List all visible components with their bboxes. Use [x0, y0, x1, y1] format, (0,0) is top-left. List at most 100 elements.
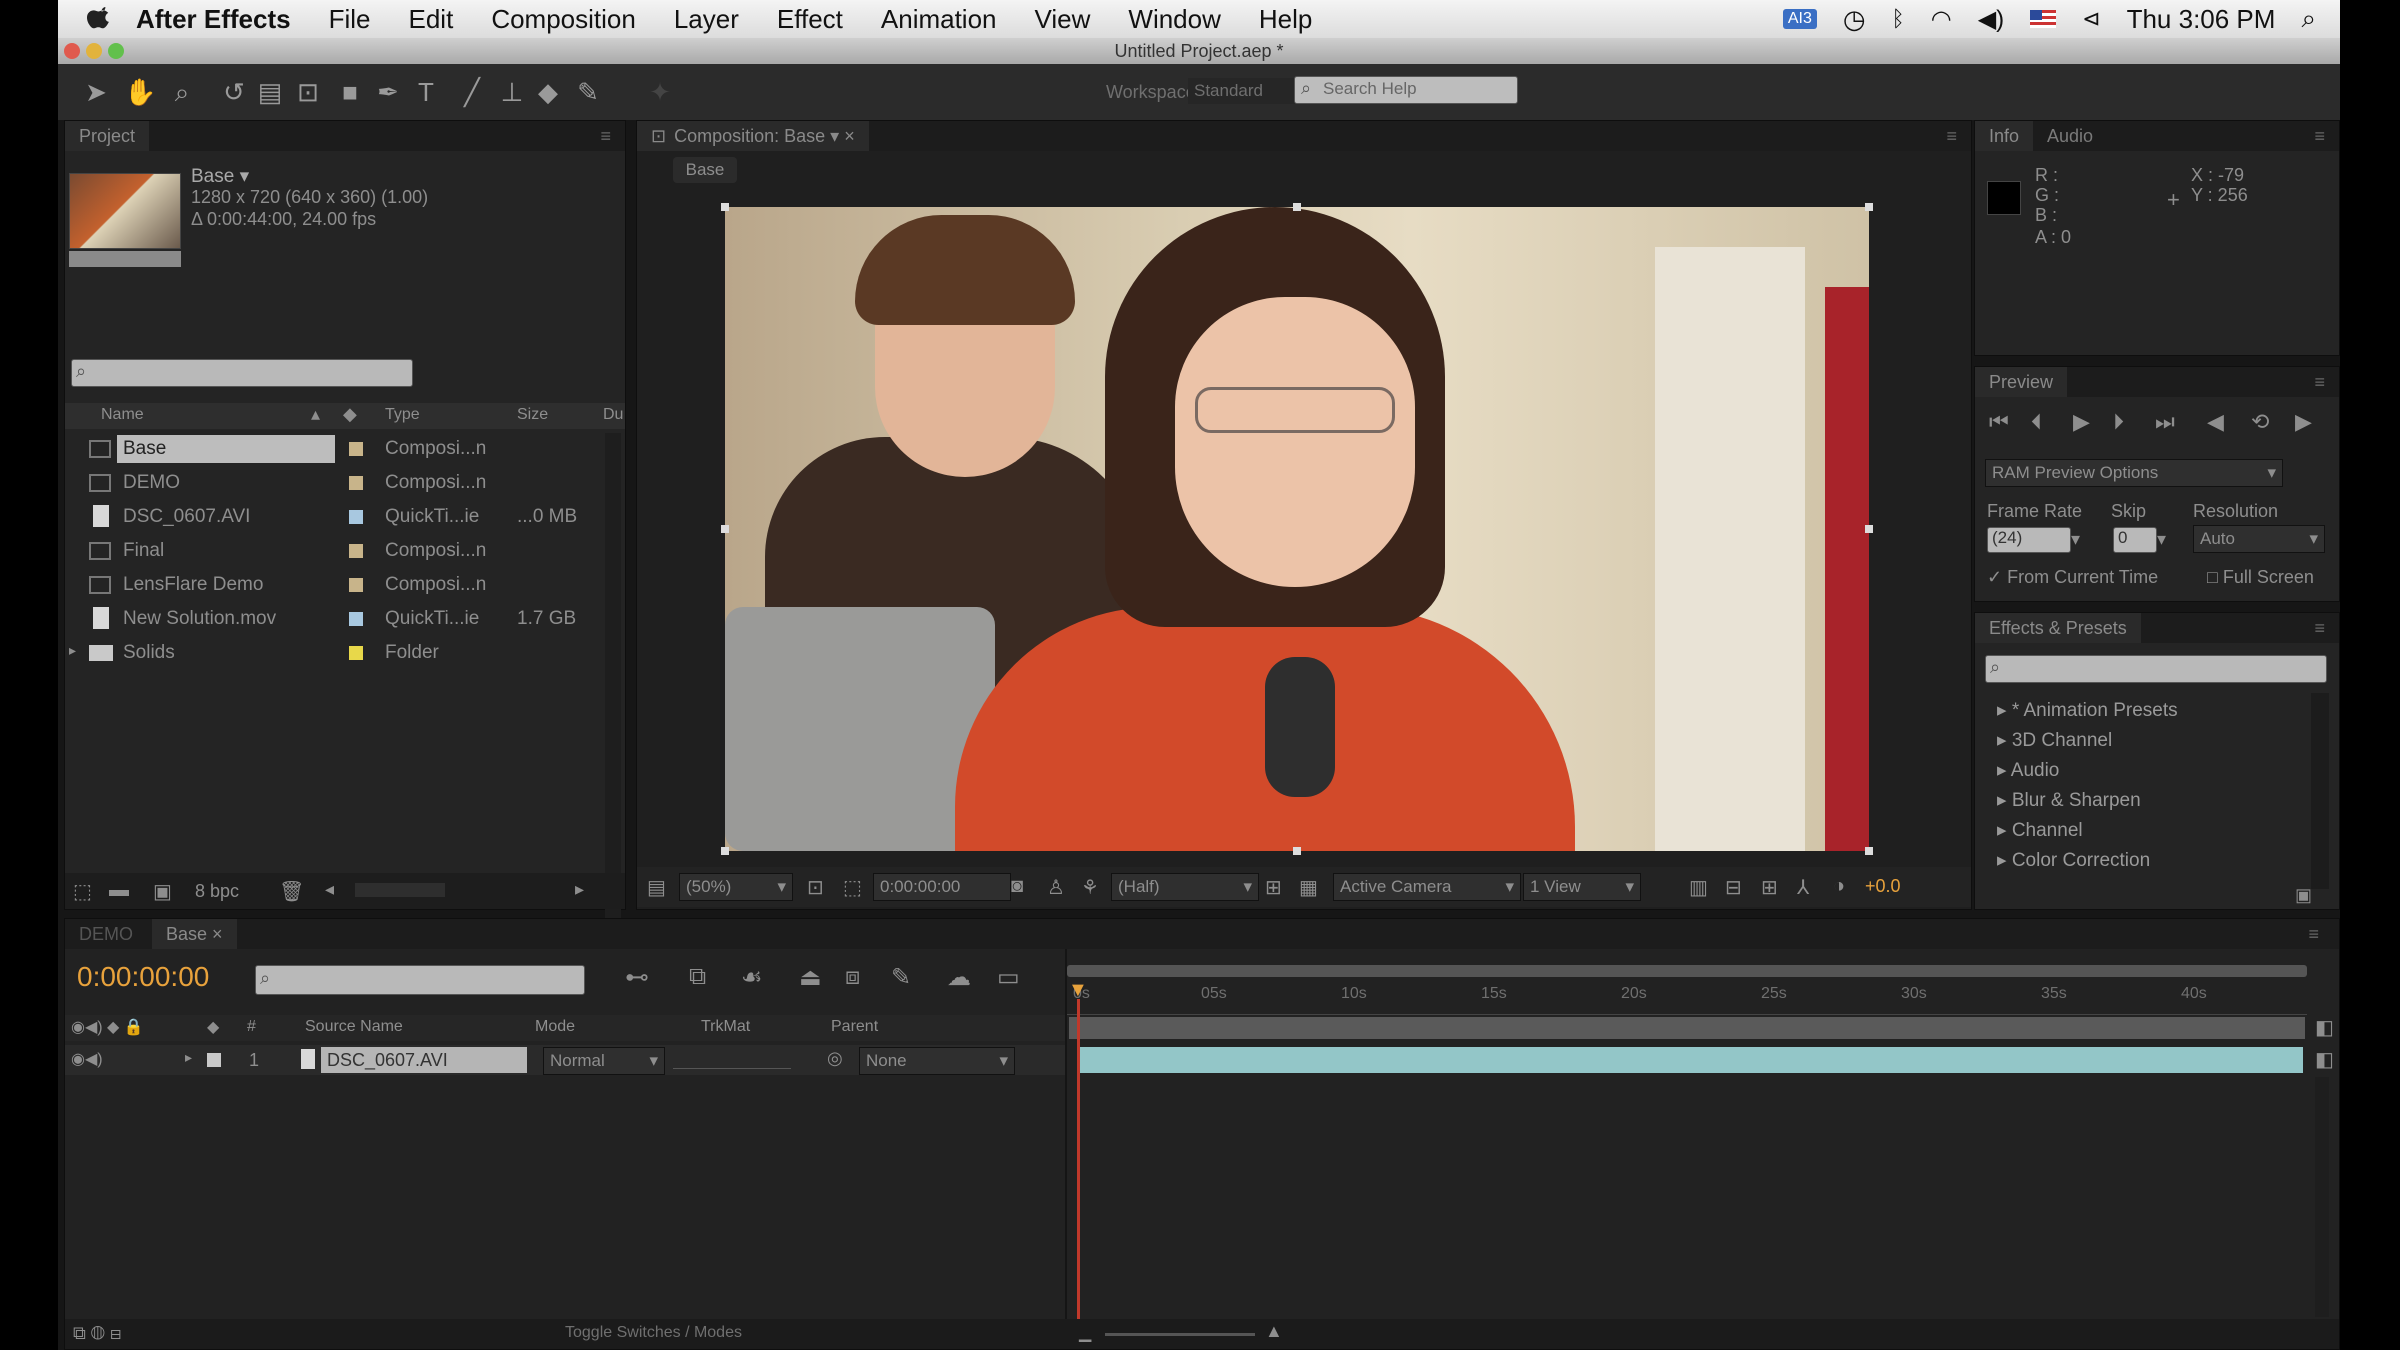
- search-help-input[interactable]: ⌕ Search Help: [1294, 76, 1518, 104]
- layer-label-swatch[interactable]: [207, 1053, 221, 1067]
- timeline-zoom-slider[interactable]: [1105, 1333, 1255, 1336]
- horizontal-scrollbar[interactable]: [355, 883, 445, 897]
- new-bin-icon[interactable]: ▣: [2295, 885, 2312, 906]
- exposure-value[interactable]: +0.0: [1865, 876, 1901, 897]
- project-row-newsolution[interactable]: New Solution.mov QuickTi...ie 1.7 GB: [65, 603, 605, 637]
- transform-handle[interactable]: [721, 847, 729, 855]
- label-color-swatch[interactable]: [349, 646, 363, 660]
- transparency-grid-icon[interactable]: ▦: [1299, 875, 1318, 900]
- frame-rate-field[interactable]: (24): [1987, 527, 2071, 553]
- effects-category[interactable]: ▸ * Animation Presets: [1997, 699, 2178, 722]
- transform-handle[interactable]: [1865, 525, 1873, 533]
- label-color-swatch[interactable]: [349, 442, 363, 456]
- magnification-dropdown[interactable]: (50%) ▾: [679, 873, 793, 901]
- transform-handle[interactable]: [1293, 847, 1301, 855]
- column-layer-number[interactable]: #: [247, 1018, 256, 1036]
- label-color-swatch[interactable]: [349, 476, 363, 490]
- volume-icon[interactable]: ◀): [1978, 5, 2004, 34]
- channel-icon[interactable]: ⚘: [1081, 875, 1099, 900]
- panel-menu-icon[interactable]: ≡: [2314, 367, 2325, 397]
- timeline-search-input[interactable]: ⌕: [255, 965, 585, 995]
- apple-logo-icon[interactable]: [86, 5, 114, 33]
- tab-audio[interactable]: Audio: [2047, 126, 2093, 146]
- scroll-left-icon[interactable]: ◂: [325, 879, 334, 900]
- layer-switches-icon[interactable]: ⧉ ◍ ⊟: [73, 1323, 121, 1344]
- timeline-icon[interactable]: ⊞: [1761, 875, 1778, 900]
- menubar-clock[interactable]: Thu 3:06 PM: [2127, 4, 2276, 35]
- disclosure-triangle-icon[interactable]: ▸: [69, 642, 76, 659]
- chevron-down-icon[interactable]: ▾: [2071, 529, 2080, 550]
- transform-handle[interactable]: [1865, 203, 1873, 211]
- next-frame-icon[interactable]: ⏵: [2113, 409, 2124, 435]
- new-folder-icon[interactable]: ▬: [109, 879, 129, 902]
- ai-badge-icon[interactable]: AI3: [1782, 9, 1817, 29]
- preview-resolution-dropdown[interactable]: Auto ▾: [2193, 525, 2325, 553]
- effects-scrollbar[interactable]: [2311, 693, 2329, 889]
- column-duration[interactable]: Du: [603, 406, 623, 424]
- tab-preview[interactable]: Preview: [1975, 367, 2068, 397]
- project-item-name[interactable]: Base ▾: [191, 165, 249, 188]
- previous-frame-icon[interactable]: ⏴: [2031, 409, 2042, 435]
- column-trkmat[interactable]: TrkMat: [701, 1018, 750, 1036]
- tab-effects-presets[interactable]: Effects & Presets: [1975, 613, 2141, 643]
- effects-category[interactable]: ▸ Blur & Sharpen: [1997, 789, 2141, 812]
- effects-search-input[interactable]: ⌕: [1985, 655, 2327, 683]
- label-column-icon[interactable]: ◆: [207, 1017, 219, 1037]
- pickwhip-icon[interactable]: ◎: [827, 1048, 843, 1069]
- auto-keyframe-icon[interactable]: ☁: [947, 963, 971, 992]
- hand-tool-icon[interactable]: ✋: [124, 76, 156, 108]
- view-layout-dropdown[interactable]: 1 View ▾: [1523, 873, 1641, 901]
- reset-exposure-icon[interactable]: ◑: [1833, 875, 1845, 898]
- panel-menu-icon[interactable]: ≡: [2314, 121, 2325, 151]
- column-mode[interactable]: Mode: [535, 1018, 575, 1036]
- show-snapshot-icon[interactable]: ♙: [1047, 875, 1065, 900]
- last-frame-icon[interactable]: ⏭: [2155, 409, 2175, 435]
- layer-parent-dropdown[interactable]: None ▾: [859, 1047, 1015, 1075]
- project-row-base[interactable]: Base Composi...n: [65, 433, 605, 467]
- layer-mode-dropdown[interactable]: Normal ▾: [543, 1047, 665, 1075]
- video-switch-icon[interactable]: ◉◀): [71, 1049, 103, 1069]
- menu-composition[interactable]: Composition: [491, 4, 636, 35]
- interpret-footage-icon[interactable]: ⬚: [73, 879, 92, 904]
- column-source-name[interactable]: Source Name: [305, 1018, 403, 1036]
- column-name[interactable]: Name: [101, 406, 144, 424]
- tab-demo[interactable]: DEMO: [65, 924, 147, 944]
- layer-duration-bar[interactable]: [1077, 1047, 2303, 1073]
- menu-file[interactable]: File: [329, 4, 371, 35]
- fast-previews-icon[interactable]: ⊟: [1725, 875, 1742, 900]
- frame-blending-icon[interactable]: ⏏: [799, 963, 822, 992]
- roto-brush-tool-icon[interactable]: ✎: [572, 76, 604, 108]
- panel-menu-icon[interactable]: ≡: [2314, 613, 2325, 643]
- composition-mini-flowchart-icon[interactable]: ⊷: [625, 963, 649, 992]
- brush-tool-icon[interactable]: ╱: [456, 76, 488, 108]
- from-current-time-checkbox[interactable]: ✓ From Current Time: [1987, 567, 2158, 588]
- first-frame-icon[interactable]: ⏮: [1989, 409, 2009, 435]
- effects-category[interactable]: ▸ Audio: [1997, 759, 2059, 782]
- label-color-swatch[interactable]: [349, 544, 363, 558]
- mask-visibility-icon[interactable]: ⬚: [843, 875, 862, 900]
- zoom-tool-icon[interactable]: ⌕: [166, 76, 198, 108]
- trkmat-dropdown[interactable]: [673, 1051, 791, 1069]
- ram-preview-icon[interactable]: ▶: [2295, 409, 2312, 435]
- menu-help[interactable]: Help: [1259, 4, 1312, 35]
- menu-window[interactable]: Window: [1128, 4, 1220, 35]
- panel-menu-icon[interactable]: ≡: [1946, 121, 1957, 151]
- tab-composition[interactable]: ⊡ Composition: Base ▾ ×: [637, 121, 869, 151]
- chevron-down-icon[interactable]: ▾: [2157, 529, 2166, 550]
- time-ruler[interactable]: 0s 05s 10s 15s 20s 25s 30s 35s 40s: [1067, 981, 2307, 1015]
- selection-tool-icon[interactable]: ➤: [80, 76, 112, 108]
- menu-view[interactable]: View: [1035, 4, 1091, 35]
- zoom-in-icon[interactable]: ▲: [1265, 1321, 1283, 1342]
- camera-tool-icon[interactable]: ▤: [254, 76, 286, 108]
- time-machine-icon[interactable]: ◷: [1843, 4, 1866, 35]
- ram-preview-options-dropdown[interactable]: RAM Preview Options ▾: [1985, 459, 2283, 487]
- minimize-window-icon[interactable]: [86, 43, 102, 59]
- column-size[interactable]: Size: [517, 406, 548, 424]
- motion-blur-icon[interactable]: ⧈: [845, 963, 860, 991]
- comp-button-icon[interactable]: ◧: [2315, 1015, 2334, 1040]
- loop-icon[interactable]: ⟲: [2251, 409, 2269, 435]
- panel-menu-icon[interactable]: ≡: [2308, 919, 2319, 949]
- layer-name[interactable]: DSC_0607.AVI: [327, 1050, 448, 1071]
- toggle-switches-modes[interactable]: Toggle Switches / Modes: [565, 1324, 742, 1342]
- full-screen-checkbox[interactable]: □ Full Screen: [2207, 567, 2314, 588]
